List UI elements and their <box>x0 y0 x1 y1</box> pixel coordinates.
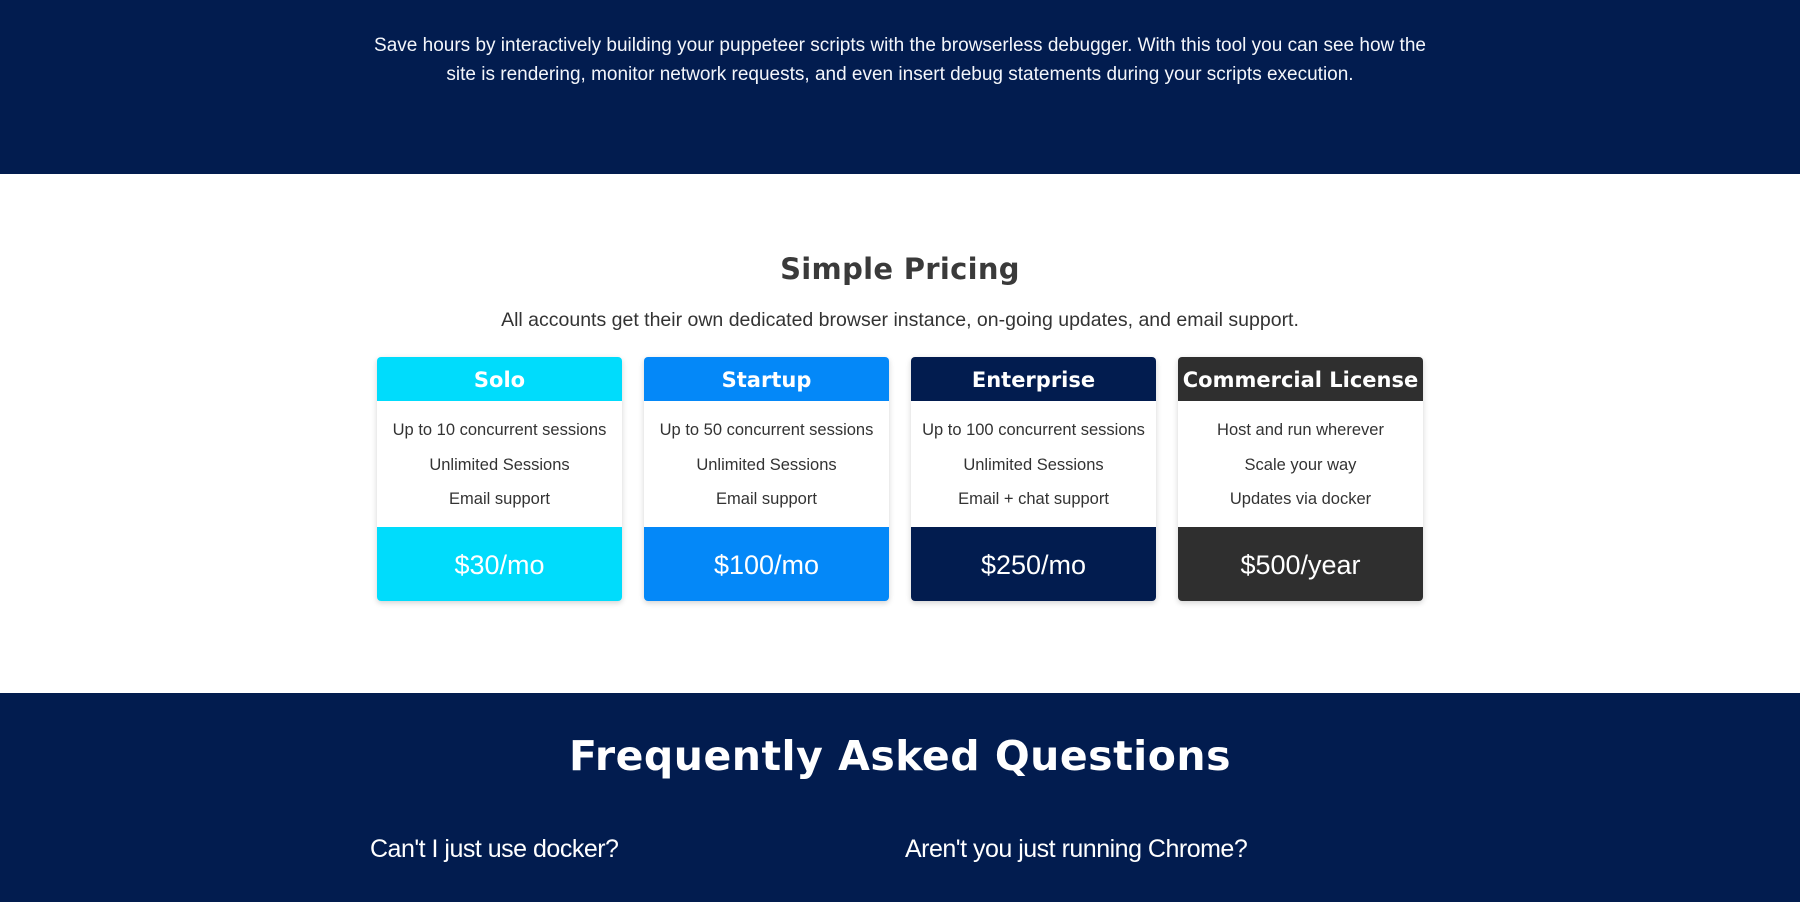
plan-features: Up to 10 concurrent sessions Unlimited S… <box>377 401 622 527</box>
faq-question: Aren't you just running Chrome? <box>905 835 1248 863</box>
plan-features: Up to 100 concurrent sessions Unlimited … <box>911 401 1156 527</box>
plan-feature: Updates via docker <box>1229 490 1372 508</box>
pricing-section: Simple Pricing All accounts get their ow… <box>0 174 1800 693</box>
faq-question: Can't I just use docker? <box>370 835 619 863</box>
plan-feature: Up to 10 concurrent sessions <box>392 421 607 439</box>
plan-card-enterprise[interactable]: Enterprise Up to 100 concurrent sessions… <box>911 357 1156 601</box>
plan-card-commercial-license[interactable]: Commercial License Host and run wherever… <box>1178 357 1423 601</box>
plan-feature: Email support <box>716 490 817 508</box>
plan-feature: Up to 50 concurrent sessions <box>659 421 874 439</box>
faq-section: Frequently Asked Questions Can't I just … <box>0 693 1800 902</box>
plan-card-startup[interactable]: Startup Up to 50 concurrent sessions Unl… <box>644 357 889 601</box>
hero-section: Save hours by interactively building you… <box>0 0 1800 174</box>
hero-description: Save hours by interactively building you… <box>374 35 1426 85</box>
faq-title: Frequently Asked Questions <box>569 732 1231 780</box>
plan-features: Up to 50 concurrent sessions Unlimited S… <box>644 401 889 527</box>
plan-feature: Up to 100 concurrent sessions <box>922 421 1145 439</box>
plan-feature: Scale your way <box>1244 455 1357 474</box>
plan-name: Solo <box>377 357 622 401</box>
pricing-title: Simple Pricing <box>780 252 1020 286</box>
plan-feature: Email + chat support <box>958 490 1109 508</box>
plan-price: $30/mo <box>377 526 622 601</box>
plan-feature: Unlimited Sessions <box>963 455 1104 474</box>
plan-price: $250/mo <box>911 526 1156 601</box>
plan-feature: Unlimited Sessions <box>429 455 570 474</box>
plan-feature: Email support <box>449 490 550 508</box>
plan-name: Enterprise <box>911 357 1156 401</box>
plan-name: Commercial License <box>1178 357 1423 401</box>
plan-name: Startup <box>644 357 889 401</box>
plan-card-solo[interactable]: Solo Up to 10 concurrent sessions Unlimi… <box>377 357 622 601</box>
plan-features: Host and run wherever Scale your way Upd… <box>1178 401 1423 527</box>
plan-price: $100/mo <box>644 526 889 601</box>
plan-price: $500/year <box>1178 526 1423 601</box>
plan-feature: Unlimited Sessions <box>696 455 837 474</box>
faq-questions: Can't I just use docker? Aren't you just… <box>360 833 1440 865</box>
pricing-cards: Solo Up to 10 concurrent sessions Unlimi… <box>0 357 1800 601</box>
plan-feature: Host and run wherever <box>1217 421 1384 439</box>
pricing-subtitle: All accounts get their own dedicated bro… <box>501 309 1299 331</box>
